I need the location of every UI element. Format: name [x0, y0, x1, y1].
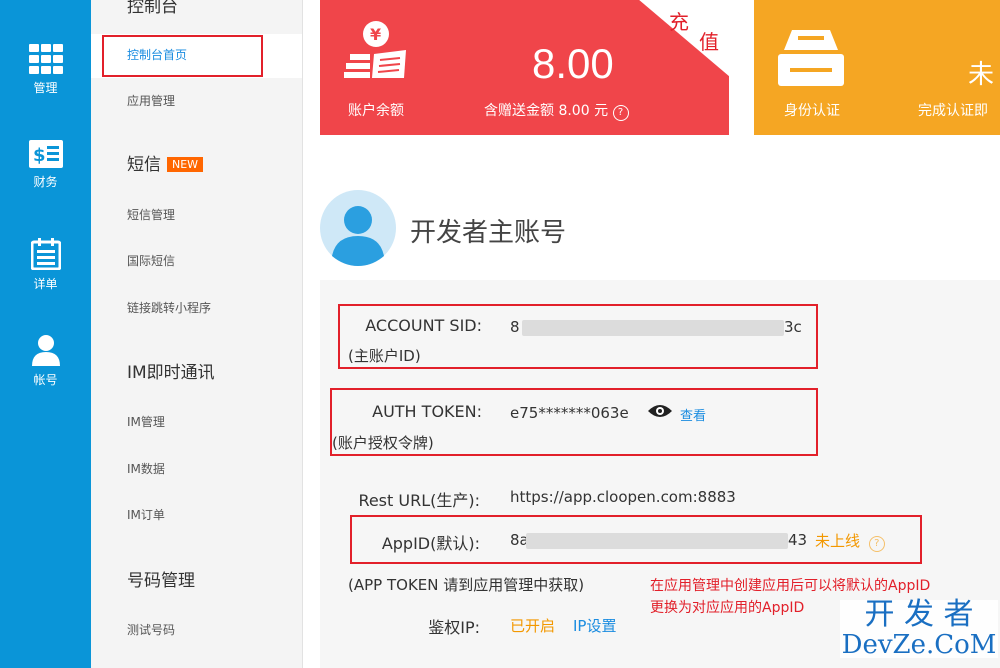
highlight-box-account-sid — [338, 304, 818, 369]
nav-item-app-manage[interactable]: 应用管理 — [127, 92, 175, 109]
gift-amount-text: 含赠送金额 8.00 元 — [484, 103, 609, 119]
identity-verify-card[interactable]: 身份认证 未 完成认证即 — [754, 0, 1000, 135]
avatar — [320, 190, 396, 266]
grid-icon — [28, 44, 63, 74]
nav-group-console: 控制台 — [127, 0, 178, 17]
rail-item-finance[interactable]: $ 财务 — [0, 140, 91, 200]
ip-settings-link[interactable]: IP设置 — [573, 615, 616, 636]
recharge-corner-char-1: 充 — [669, 10, 689, 34]
rail-label: 财务 — [33, 175, 58, 189]
recharge-corner-char-2: 值 — [699, 30, 719, 54]
nav-group-im: IM即时通讯 — [127, 363, 215, 383]
rail-label: 详单 — [33, 277, 58, 291]
rail-label: 管理 — [33, 81, 58, 95]
nav-group-sms: 短信 NEW — [127, 150, 204, 175]
gift-amount: 含赠送金额 8.00 元 ? — [484, 100, 629, 121]
verify-desc: 完成认证即 — [918, 103, 988, 119]
app-token-note: (APP TOKEN 请到应用管理中获取) — [348, 576, 585, 594]
svg-text:¥: ¥ — [370, 25, 381, 44]
auth-ip-status: 已开启 — [510, 617, 556, 635]
balance-label: 账户余额 — [348, 103, 404, 119]
side-nav: 控制台 控制台首页 应用管理 短信 NEW 短信管理 国际短信 链接跳转小程序 I… — [91, 0, 303, 668]
auth-ip-label: 鉴权IP: — [428, 618, 480, 637]
nav-item-test-numbers[interactable]: 测试号码 — [127, 621, 175, 638]
rest-url-value: https://app.cloopen.com:8883 — [510, 488, 736, 506]
calendar-list-icon — [30, 238, 61, 271]
nav-item-im-data[interactable]: IM数据 — [127, 460, 165, 477]
rail-label: 帐号 — [33, 373, 58, 387]
watermark-line-1: 开 发 者 — [864, 597, 974, 632]
new-badge: NEW — [167, 157, 204, 172]
annotation-line-1: 在应用管理中创建应用后可以将默认的AppID — [650, 578, 931, 594]
nav-item-im-manage[interactable]: IM管理 — [127, 413, 165, 430]
highlight-box-auth-token — [330, 388, 818, 456]
nav-item-sms-manage[interactable]: 短信管理 — [127, 206, 175, 223]
rail-item-manage[interactable]: 管理 — [0, 34, 91, 106]
annotation-line-2: 更换为对应应用的AppID — [650, 600, 805, 616]
svg-text:$: $ — [33, 145, 46, 166]
verify-label: 身份认证 — [784, 103, 840, 119]
money-list-icon: $ — [28, 140, 63, 168]
nav-group-numbers: 号码管理 — [127, 571, 195, 591]
balance-amount: 8.00 — [532, 40, 614, 87]
highlight-box-console-home — [102, 35, 263, 77]
id-card-printer-icon — [778, 30, 844, 86]
nav-item-intl-sms[interactable]: 国际短信 — [127, 252, 175, 269]
money-stack-icon: ¥ — [344, 21, 406, 78]
rest-url-label: Rest URL(生产): — [358, 491, 480, 510]
nav-item-miniprogram-link[interactable]: 链接跳转小程序 — [127, 299, 211, 316]
nav-item-im-orders[interactable]: IM订单 — [127, 506, 165, 523]
balance-card[interactable]: 充 值 ¥ 账户余额 8.00 含赠送金额 8.00 元 ? — [320, 0, 729, 135]
rail-item-detail[interactable]: 详单 — [0, 238, 91, 298]
watermark-logo: 开 发 者 DevZe.CoM — [840, 600, 998, 658]
icon-rail: 管理 $ 财务 详单 帐号 — [0, 0, 91, 668]
page-title: 开发者主账号 — [410, 218, 567, 248]
verify-status: 未 — [968, 60, 995, 90]
user-icon — [31, 335, 60, 366]
rail-item-account[interactable]: 帐号 — [0, 334, 91, 394]
highlight-box-appid — [350, 515, 922, 564]
nav-group-label: 短信 — [127, 155, 161, 175]
help-icon[interactable]: ? — [612, 105, 629, 121]
watermark-line-2: DevZe.CoM — [841, 630, 997, 660]
